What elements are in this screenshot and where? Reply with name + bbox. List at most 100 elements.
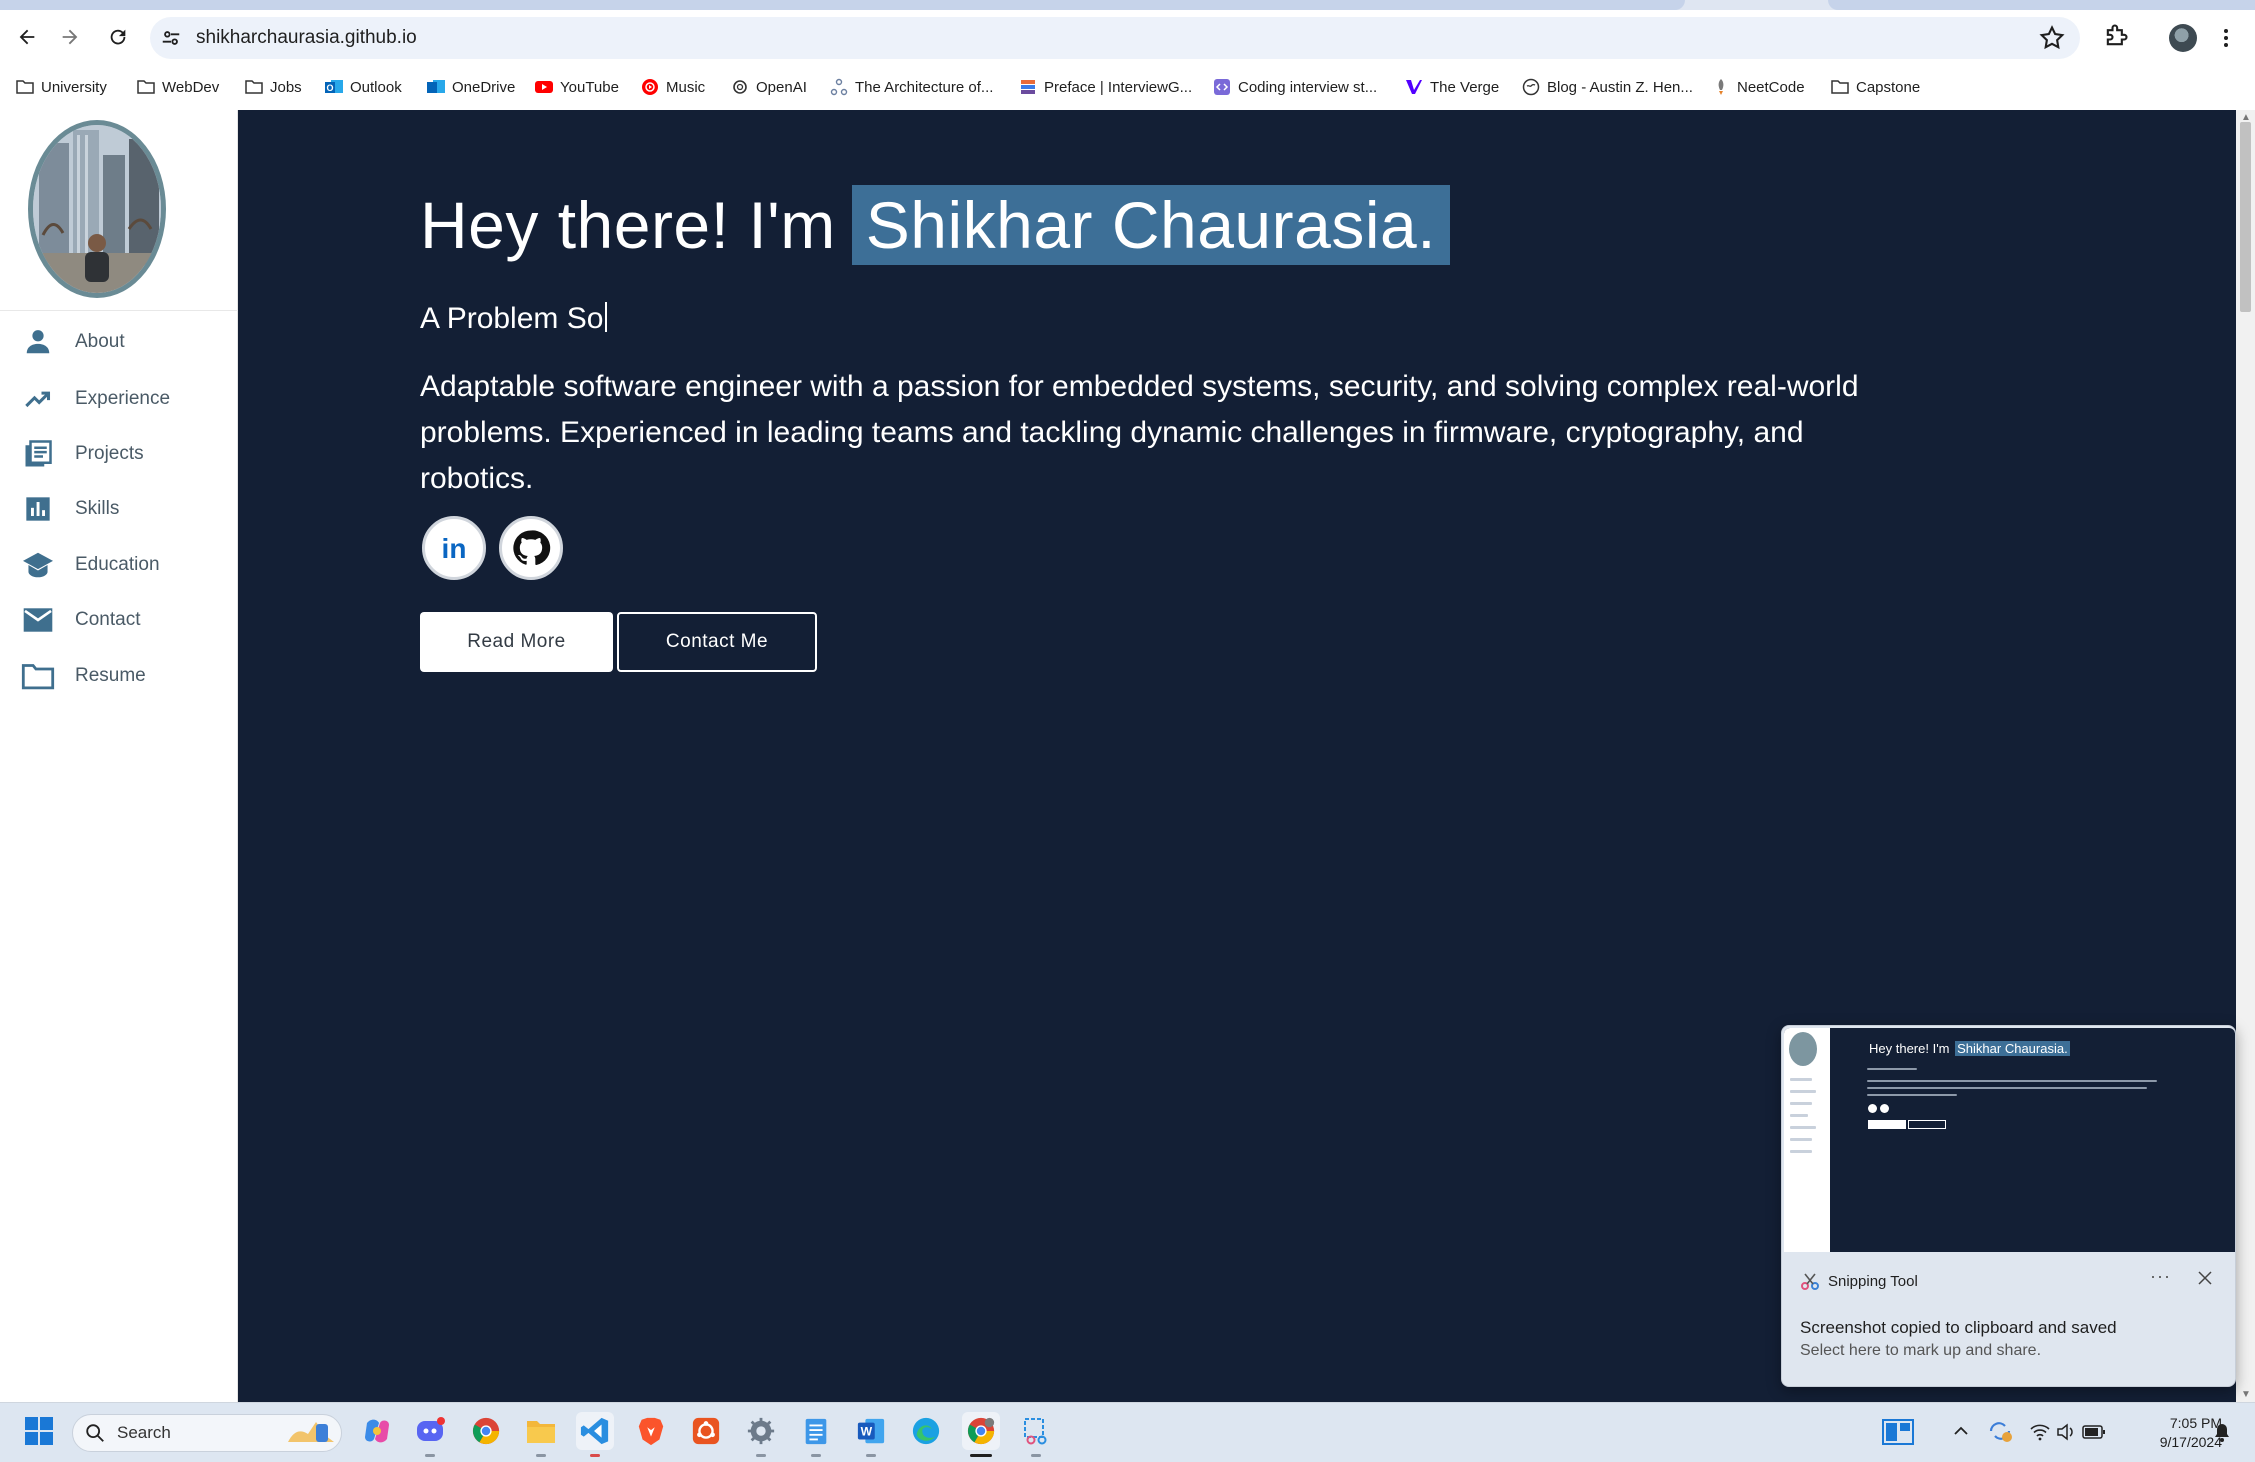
profile-photo	[28, 120, 166, 298]
bookmark-university[interactable]: University	[15, 75, 107, 99]
scroll-down-arrow-icon[interactable]: ▼	[2241, 1389, 2251, 1400]
bookmark-webdev[interactable]: WebDev	[136, 75, 219, 99]
bookmark-label: Capstone	[1856, 78, 1921, 96]
battery-icon[interactable]	[2082, 1424, 2106, 1445]
bookmark-jobs[interactable]: Jobs	[244, 75, 302, 99]
outlook-icon: O	[324, 77, 344, 97]
ubuntu-icon[interactable]	[687, 1412, 725, 1450]
sidebar-item-skills[interactable]: Skills	[0, 484, 238, 534]
running-indicator	[756, 1454, 766, 1457]
svg-text:in: in	[442, 533, 467, 564]
sidebar-item-projects[interactable]: Projects	[0, 429, 238, 479]
toast-app-header: Snipping Tool	[1800, 1271, 1918, 1291]
reload-button[interactable]	[103, 22, 133, 52]
bookmark-label: WebDev	[162, 78, 220, 96]
bookmark-outlook[interactable]: O Outlook	[324, 75, 402, 99]
github-link[interactable]	[499, 516, 563, 580]
menu-dots-icon[interactable]	[2218, 24, 2234, 52]
word-icon[interactable]: W	[852, 1412, 890, 1450]
screenshot-thumbnail[interactable]: Hey there! I'm Shikhar Chaurasia.	[1784, 1028, 2235, 1252]
file-explorer-icon[interactable]	[522, 1412, 560, 1450]
bookmark-coding-interview-st[interactable]: Coding interview st...	[1212, 75, 1377, 99]
graduation-cap-icon	[20, 547, 56, 583]
bookmark-capstone[interactable]: Capstone	[1830, 75, 1920, 99]
running-indicator	[1031, 1454, 1041, 1457]
folder-icon	[1830, 77, 1850, 97]
rocket-icon	[1711, 77, 1731, 97]
notepad-icon[interactable]	[797, 1412, 835, 1450]
toast-app-name: Snipping Tool	[1828, 1272, 1918, 1290]
chrome-profile-icon[interactable]	[962, 1412, 1000, 1450]
bookmark-the-architecture-of[interactable]: The Architecture of...	[829, 75, 993, 99]
taskbar-clock[interactable]: 7:05 PM 9/17/2024	[2122, 1414, 2222, 1452]
tab-background[interactable]	[0, 0, 1685, 10]
toast-more-options[interactable]: ···	[2150, 1266, 2171, 1287]
linkedin-icon: in	[442, 533, 467, 564]
thumbnail-avatar	[1789, 1032, 1817, 1066]
bookmark-onedrive[interactable]: OneDrive	[426, 75, 515, 99]
sidebar-item-education[interactable]: Education	[0, 540, 238, 590]
discord-icon[interactable]	[411, 1412, 449, 1450]
bookmark-openai[interactable]: OpenAI	[730, 75, 807, 99]
address-bar[interactable]	[150, 17, 2080, 59]
vscode-icon[interactable]	[576, 1412, 614, 1450]
contact-me-button[interactable]: Contact Me	[617, 612, 817, 672]
sidebar-item-resume[interactable]: Resume	[0, 651, 238, 701]
page-scrollbar[interactable]: ▲ ▼	[2236, 110, 2255, 1402]
widgets-icon[interactable]	[1882, 1418, 1914, 1451]
profile-avatar[interactable]	[2169, 24, 2197, 52]
snipping-tool-notification[interactable]: Hey there! I'm Shikhar Chaurasia. Snippi…	[1781, 1025, 2236, 1387]
running-indicator	[590, 1454, 600, 1457]
bookmark-blog-austin-z-hen[interactable]: Blog - Austin Z. Hen...	[1521, 75, 1693, 99]
running-indicator	[970, 1454, 992, 1457]
bookmark-youtube[interactable]: YouTube	[534, 75, 619, 99]
bookmark-neetcode[interactable]: NeetCode	[1711, 75, 1805, 99]
sidebar-item-label: Skills	[75, 498, 120, 519]
bookmark-star-icon[interactable]	[2038, 24, 2066, 52]
site-info-icon[interactable]	[160, 27, 182, 49]
forward-button[interactable]	[55, 22, 85, 52]
chrome-icon[interactable]	[467, 1412, 505, 1450]
bookmark-label: University	[41, 78, 107, 96]
edge-icon[interactable]	[907, 1412, 945, 1450]
sidebar: About Experience Projects Skills Education Co…	[0, 110, 238, 1402]
sidebar-item-label: Resume	[75, 665, 146, 686]
sidebar-item-label: Education	[75, 554, 160, 575]
bookmark-label: Music	[666, 78, 706, 96]
address-bar-url[interactable]: shikharchaurasia.github.io	[196, 26, 417, 50]
hero-heading: Hey there! I'm Shikhar Chaurasia.	[420, 184, 1451, 266]
back-button[interactable]	[12, 22, 42, 52]
sidebar-item-experience[interactable]: Experience	[0, 374, 238, 424]
bookmark-the-verge[interactable]: The Verge	[1404, 75, 1499, 99]
close-icon[interactable]	[2196, 1269, 2214, 1287]
hero-bio: Adaptable software engineer with a passi…	[420, 370, 1859, 495]
chevron-up-icon[interactable]	[1952, 1422, 1970, 1445]
wifi-icon[interactable]	[2030, 1423, 2050, 1446]
bar-chart-icon	[20, 491, 56, 527]
folder-icon	[136, 77, 156, 97]
windows-logo-icon	[25, 1417, 53, 1445]
svg-text:W: W	[861, 1425, 873, 1439]
start-button[interactable]	[20, 1412, 58, 1450]
code-icon	[1212, 77, 1232, 97]
notification-bell-icon[interactable]	[2212, 1422, 2232, 1449]
arrow-left-icon	[19, 29, 35, 45]
volume-icon[interactable]	[2056, 1422, 2076, 1447]
sidebar-item-contact[interactable]: Contact	[0, 595, 238, 645]
extensions-puzzle-icon[interactable]	[2102, 22, 2132, 52]
brave-icon[interactable]	[632, 1412, 670, 1450]
sidebar-item-about[interactable]: About	[0, 317, 238, 367]
document-stack-icon	[20, 436, 56, 472]
snipping-tool-taskbar-icon[interactable]	[1017, 1412, 1055, 1450]
settings-icon[interactable]	[742, 1412, 780, 1450]
scrollbar-thumb[interactable]	[2240, 122, 2251, 312]
read-more-button[interactable]: Read More	[420, 612, 613, 672]
github-icon	[513, 530, 551, 566]
sync-icon[interactable]	[1986, 1418, 2014, 1449]
bookmark-preface-interviewg[interactable]: Preface | InterviewG...	[1018, 75, 1192, 99]
linkedin-link[interactable]: in	[422, 516, 486, 580]
globe-icon	[1521, 77, 1541, 97]
tab-background[interactable]	[1828, 0, 2255, 10]
bookmark-music[interactable]: Music	[640, 75, 705, 99]
copilot-icon[interactable]	[358, 1412, 396, 1450]
